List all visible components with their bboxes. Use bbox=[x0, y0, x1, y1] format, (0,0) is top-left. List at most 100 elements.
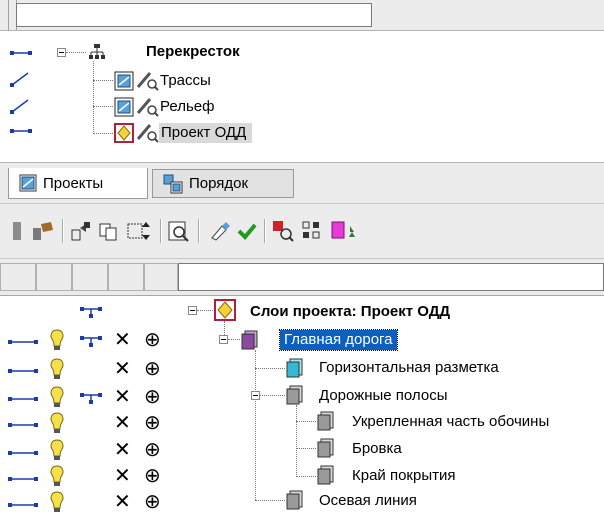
layer-grid-header bbox=[0, 258, 604, 296]
edit-button[interactable] bbox=[206, 218, 232, 244]
layer-node-label[interactable]: Горизонтальная разметка bbox=[319, 358, 499, 378]
link-connector-icon[interactable] bbox=[8, 448, 38, 458]
preview-icon bbox=[168, 221, 189, 242]
link-connector-icon[interactable] bbox=[8, 394, 38, 404]
connect-node-icon[interactable] bbox=[80, 333, 102, 347]
traffic-project-icon bbox=[214, 299, 236, 321]
properties-button[interactable] bbox=[30, 218, 56, 244]
bulb-icon[interactable] bbox=[48, 490, 66, 514]
tree-root-label: Перекресток bbox=[146, 43, 240, 60]
tab-label: Порядок bbox=[189, 175, 249, 192]
tree-item-label[interactable]: Трассы bbox=[160, 71, 211, 91]
bulb-icon[interactable] bbox=[48, 411, 66, 435]
layer-icon bbox=[286, 358, 303, 378]
link-connector-icon[interactable] bbox=[10, 126, 32, 136]
snap-crosshair-icon[interactable]: ⊕ bbox=[144, 359, 161, 379]
layer-tree-root-label: Слои проекта: Проект ОДД bbox=[250, 303, 451, 320]
delete-icon[interactable]: ✕ bbox=[114, 359, 131, 379]
column-header-link[interactable] bbox=[0, 263, 36, 291]
delete-icon[interactable]: ✕ bbox=[114, 466, 131, 486]
move-button[interactable] bbox=[68, 218, 94, 244]
snap-crosshair-icon[interactable]: ⊕ bbox=[144, 330, 161, 350]
filter-icon bbox=[273, 221, 294, 242]
layer-node-label[interactable]: Край покрытия bbox=[352, 466, 456, 486]
snap-crosshair-icon[interactable]: ⊕ bbox=[144, 440, 161, 460]
connect-node-icon[interactable] bbox=[80, 304, 102, 318]
filter-input[interactable] bbox=[16, 3, 372, 27]
layer-group-icon bbox=[286, 385, 303, 405]
tab-bar: Проекты Порядок bbox=[0, 162, 604, 204]
link-connector-icon[interactable] bbox=[10, 48, 32, 58]
layer-node-label[interactable]: Бровка bbox=[352, 439, 402, 459]
link-connector-icon[interactable] bbox=[8, 366, 38, 376]
collapse-toggle[interactable] bbox=[251, 391, 260, 400]
preview-button[interactable] bbox=[166, 218, 192, 244]
edit-icon bbox=[211, 222, 230, 241]
bulb-icon[interactable] bbox=[48, 438, 66, 462]
snap-crosshair-icon[interactable]: ⊕ bbox=[144, 413, 161, 433]
move-icon bbox=[71, 222, 90, 241]
apply-button[interactable] bbox=[234, 218, 260, 244]
color-layer-button[interactable] bbox=[330, 218, 356, 244]
filter-button[interactable] bbox=[270, 218, 296, 244]
project-tree: Перекресток Трассы Рельеф Проект ОДД bbox=[0, 31, 604, 161]
bulb-icon[interactable] bbox=[48, 328, 66, 352]
collapse-toggle[interactable] bbox=[219, 335, 228, 344]
traffic-project-icon bbox=[114, 123, 134, 143]
layer-node-label[interactable]: Осевая линия bbox=[319, 491, 417, 511]
alignment-project-icon bbox=[114, 71, 134, 91]
snap-crosshair-icon[interactable]: ⊕ bbox=[144, 466, 161, 486]
column-header-connect[interactable] bbox=[72, 263, 108, 291]
column-header-visibility[interactable] bbox=[36, 263, 72, 291]
layer-node-label[interactable]: Укрепленная часть обочины bbox=[352, 412, 549, 432]
column-header-snap[interactable] bbox=[144, 263, 178, 291]
bulb-icon[interactable] bbox=[48, 385, 66, 409]
delete-icon[interactable]: ✕ bbox=[114, 330, 131, 350]
edit-view-icon[interactable] bbox=[136, 121, 160, 143]
bulb-icon[interactable] bbox=[48, 357, 66, 381]
edit-view-icon[interactable] bbox=[136, 69, 160, 91]
color-layer-icon bbox=[331, 221, 355, 239]
properties-icon bbox=[33, 222, 53, 240]
tree-item-label[interactable]: Рельеф bbox=[160, 97, 214, 117]
layer-node-label[interactable]: Дорожные полосы bbox=[319, 386, 447, 406]
unlinked-connector-icon[interactable] bbox=[10, 98, 32, 114]
layer-button[interactable] bbox=[4, 218, 30, 244]
layer-tree: Слои проекта: Проект ОДД ✕ ⊕ Главная дор… bbox=[0, 295, 604, 514]
insert-button[interactable] bbox=[126, 218, 152, 244]
tab-projects[interactable]: Проекты bbox=[8, 168, 148, 199]
copy-icon bbox=[99, 223, 117, 241]
snap-crosshair-icon[interactable]: ⊕ bbox=[144, 492, 161, 512]
layer-icon bbox=[317, 438, 334, 458]
tab-label: Проекты bbox=[43, 174, 104, 192]
column-header-delete[interactable] bbox=[108, 263, 144, 291]
link-connector-icon[interactable] bbox=[8, 337, 38, 347]
order-tab-icon bbox=[163, 174, 183, 193]
tree-item-label-selected[interactable]: Проект ОДД bbox=[159, 123, 253, 143]
bulb-icon[interactable] bbox=[48, 464, 66, 488]
insert-icon bbox=[127, 222, 150, 240]
grid-select-icon bbox=[302, 221, 320, 239]
layer-icon bbox=[317, 411, 334, 431]
edit-view-icon[interactable] bbox=[136, 95, 160, 117]
delete-icon[interactable]: ✕ bbox=[114, 387, 131, 407]
collapse-toggle[interactable] bbox=[57, 48, 66, 57]
grid-select-button[interactable] bbox=[300, 218, 326, 244]
layer-filter-input[interactable] bbox=[178, 263, 604, 291]
projects-tab-icon bbox=[19, 174, 37, 192]
link-connector-icon[interactable] bbox=[8, 420, 38, 430]
link-connector-icon[interactable] bbox=[8, 474, 38, 484]
delete-icon[interactable]: ✕ bbox=[114, 492, 131, 512]
apply-check-icon bbox=[237, 223, 257, 240]
delete-icon[interactable]: ✕ bbox=[114, 440, 131, 460]
delete-icon[interactable]: ✕ bbox=[114, 413, 131, 433]
tab-order[interactable]: Порядок bbox=[152, 169, 294, 198]
layer-icon bbox=[317, 465, 334, 485]
collapse-toggle[interactable] bbox=[188, 306, 197, 315]
copy-button[interactable] bbox=[96, 218, 122, 244]
layer-node-selected[interactable]: Главная дорога bbox=[279, 329, 398, 351]
unlinked-connector-icon[interactable] bbox=[10, 71, 32, 87]
link-connector-icon[interactable] bbox=[8, 500, 38, 510]
connect-node-icon[interactable] bbox=[80, 390, 102, 404]
snap-crosshair-icon[interactable]: ⊕ bbox=[144, 387, 161, 407]
